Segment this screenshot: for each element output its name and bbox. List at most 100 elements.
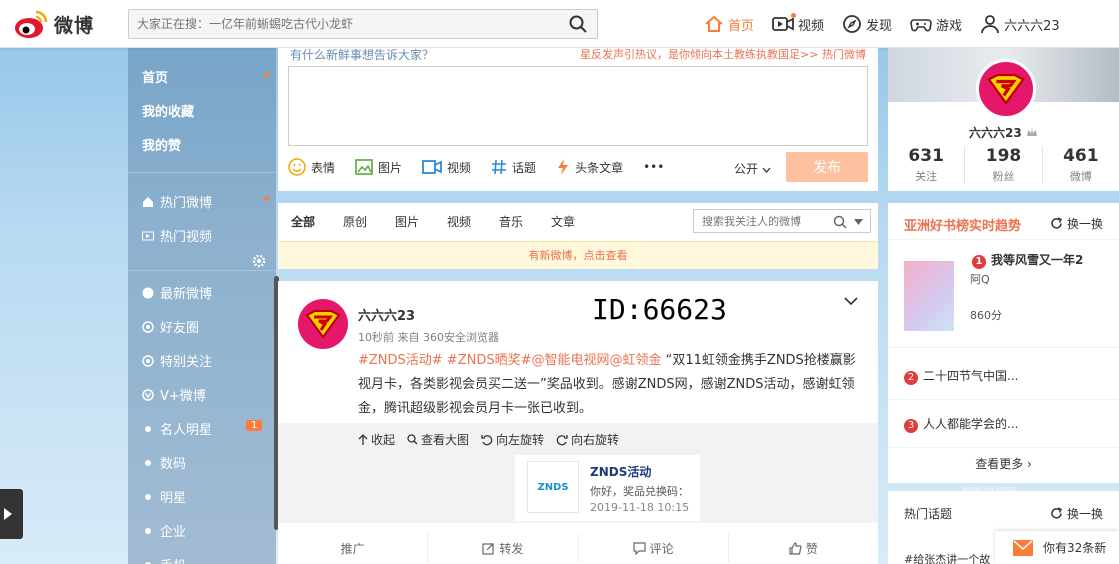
leftnav-phones[interactable]: 手机	[142, 555, 186, 564]
leftnav-digital-label: 数码	[160, 457, 187, 472]
topic-item[interactable]: #给张杰讲一个故	[904, 551, 990, 564]
rank-2-number: 2	[904, 371, 918, 385]
image-tool[interactable]: 图片	[355, 159, 402, 176]
vplus-icon	[142, 388, 154, 401]
bullet-icon	[145, 527, 151, 534]
nav-discover[interactable]: 发现	[842, 14, 892, 34]
book-cover[interactable]	[904, 261, 954, 331]
post-tags[interactable]: #ZNDS活动# #ZNDS晒奖#@智能电视网@虹领金	[358, 353, 662, 368]
ranking-refresh-button[interactable]: 换一换	[1050, 215, 1103, 232]
avatar[interactable]	[298, 299, 348, 349]
visibility-select[interactable]: 公开	[734, 160, 771, 177]
feed-tabs-card: 全部 原创 图片 视频 音乐 文章 有新微博，点击查看	[278, 203, 878, 269]
view-large-button[interactable]: 查看大图	[407, 431, 469, 448]
profile-avatar[interactable]	[976, 59, 1036, 119]
leftnav-likes-label: 我的赞	[142, 139, 182, 154]
side-arrow-button[interactable]	[0, 489, 23, 539]
leftnav-friends[interactable]: 好友圈	[142, 317, 199, 336]
stat-following-num: 631	[908, 146, 944, 166]
caret-down-icon[interactable]	[854, 219, 863, 225]
lightning-icon	[558, 159, 569, 175]
tab-images[interactable]: 图片	[395, 213, 419, 230]
rank-1-title[interactable]: 1 我等风雪又一年2	[972, 251, 1083, 269]
nav-home[interactable]: 首页	[704, 15, 754, 34]
leftnav-digital[interactable]: 数码	[142, 453, 186, 472]
repost-button[interactable]: 转发	[428, 533, 579, 563]
chevron-down-icon[interactable]	[844, 297, 858, 306]
leftnav-vplus[interactable]: V+微博	[142, 385, 206, 404]
stat-posts[interactable]: 461 微博	[1043, 146, 1119, 184]
search-icon[interactable]	[569, 15, 587, 33]
rotate-left-button[interactable]: 向左旋转	[481, 431, 544, 448]
promote-button[interactable]: 推广	[278, 533, 429, 563]
leftnav-home[interactable]: 首页	[142, 67, 168, 86]
tab-articles[interactable]: 文章	[551, 213, 575, 230]
tab-music[interactable]: 音乐	[499, 213, 523, 230]
video-tool[interactable]: 视频	[422, 159, 471, 176]
mail-icon	[1013, 539, 1033, 556]
article-tool-label: 头条文章	[575, 160, 624, 175]
leftnav-celebrities[interactable]: 名人明星	[142, 419, 212, 438]
publisher-textarea[interactable]	[288, 66, 868, 146]
share-time: 2019-11-18 10:15	[590, 501, 690, 514]
gear-icon[interactable]	[252, 254, 266, 268]
leftnav-hot-weibo[interactable]: 热门微博	[142, 192, 212, 211]
rotate-right-label: 向右旋转	[571, 433, 620, 447]
rank-3-item[interactable]: 3 人人都能学会的...	[904, 415, 1018, 433]
leftnav-latest[interactable]: 最新微博	[142, 283, 212, 302]
message-text: 你有32条新	[1043, 541, 1107, 555]
ranking-title[interactable]: 亚洲好书榜实时趋势	[904, 215, 1021, 234]
nav-games[interactable]: 游戏	[910, 15, 962, 34]
tab-all[interactable]: 全部	[291, 213, 315, 230]
stat-following[interactable]: 631 关注	[888, 146, 966, 184]
publisher-hot-tip[interactable]: 星反发声引热议，是你倾向本土教练执教国足>> 热门微博	[580, 46, 866, 62]
leftnav-hot-video[interactable]: 热门视频	[142, 226, 212, 245]
leftnav-hot-dot	[264, 196, 269, 201]
post-author[interactable]: 六六六23	[358, 305, 415, 324]
like-button[interactable]: 赞	[729, 533, 878, 563]
collapse-button[interactable]: 收起	[358, 431, 395, 448]
stat-followers[interactable]: 198 粉丝	[965, 146, 1043, 184]
new-posts-notice[interactable]: 有新微博，点击查看	[278, 241, 878, 269]
topic-refresh-button[interactable]: 换一换	[1050, 505, 1103, 522]
ranking-divider	[888, 347, 1119, 348]
share-card[interactable]: ZNDS ZNDS活动 你好，奖品兑换码： 2019-11-18 10:15	[515, 455, 700, 521]
repost-label: 转发	[499, 541, 524, 556]
message-popup[interactable]: 你有32条新	[995, 531, 1119, 564]
post-actions: 推广 转发 评论 赞	[278, 533, 878, 563]
tab-videos[interactable]: 视频	[447, 213, 471, 230]
leftnav-divider	[128, 270, 276, 271]
profile-name[interactable]: 六六六23	[888, 124, 1119, 141]
leftnav-stars[interactable]: 明星	[142, 487, 186, 506]
leftnav-likes[interactable]: 我的赞	[142, 135, 181, 154]
search-icon[interactable]	[833, 215, 847, 229]
share-desc: 你好，奖品兑换码：	[590, 485, 689, 498]
nav-user[interactable]: 六六六23	[980, 14, 1060, 34]
member-crown-icon	[1026, 128, 1037, 136]
topic-tool[interactable]: 话题	[491, 159, 536, 176]
leftnav-companies[interactable]: 企业	[142, 521, 186, 540]
leftnav-special[interactable]: 特别关注	[142, 351, 212, 370]
superman-logo-icon	[987, 74, 1025, 104]
leftnav-hot-weibo-label: 热门微博	[160, 196, 213, 211]
more-tools-label: •••	[643, 160, 665, 174]
search-input[interactable]	[129, 10, 559, 38]
emoji-tool[interactable]: 表情	[288, 158, 335, 176]
leftnav-home-dot	[264, 72, 269, 77]
stat-posts-num: 461	[1063, 146, 1099, 166]
rank-2-item[interactable]: 2 二十四节气中国...	[904, 367, 1018, 385]
profile-name-text: 六六六23	[969, 126, 1022, 140]
publish-button[interactable]: 发布	[786, 152, 868, 182]
tab-original[interactable]: 原创	[343, 213, 367, 230]
article-tool[interactable]: 头条文章	[556, 158, 623, 176]
stat-followers-num: 198	[985, 146, 1022, 166]
ranking-more-link[interactable]: 查看更多 ›	[888, 455, 1119, 472]
leftnav-favorites[interactable]: 我的收藏	[142, 101, 194, 120]
nav-video[interactable]: 视频	[772, 12, 824, 34]
media-tools: 收起 查看大图 向左旋转 向右旋转	[358, 431, 631, 448]
weibo-logo[interactable]: 微博	[14, 8, 94, 40]
rotate-right-button[interactable]: 向右旋转	[556, 431, 619, 448]
more-tools[interactable]: •••	[643, 160, 664, 174]
comment-button[interactable]: 评论	[579, 533, 729, 563]
rank-1-score: 860分	[970, 309, 1002, 322]
